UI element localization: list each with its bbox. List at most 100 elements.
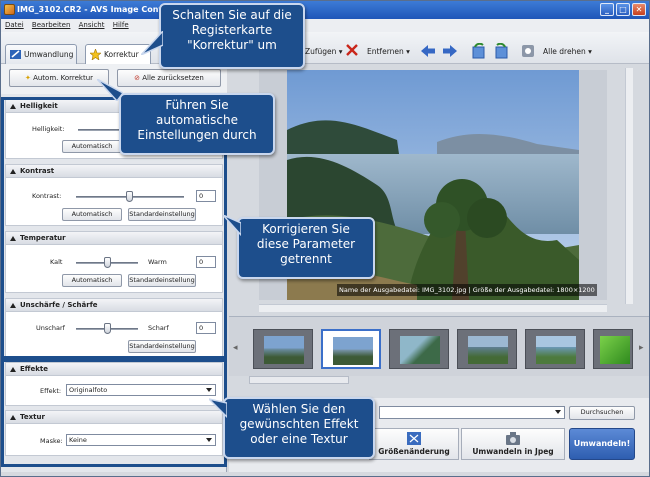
effects-header[interactable]: Effekte [6, 363, 222, 376]
maximize-button[interactable]: □ [616, 3, 630, 16]
convert-now-button[interactable]: Umwandeln! [569, 428, 635, 460]
auto-correction-label: Autom. Korrektur [33, 74, 94, 82]
texture-section: Textur Maske: Keine [5, 410, 223, 456]
rotate-all-label: Alle drehen [543, 47, 586, 56]
arrow-left-icon[interactable] [421, 45, 435, 57]
close-button[interactable]: ✕ [632, 3, 646, 16]
sharpness-section: Unschärfe / Schärfe Unscharf Scharf 0 St… [5, 298, 223, 358]
collapse-icon [10, 236, 16, 241]
output-file-info: Name der Ausgabedatei: IMG_3102.jpg | Gr… [337, 284, 597, 296]
contrast-section: Kontrast Kontrast: 0 Automatisch Standar… [5, 164, 223, 226]
texture-mask-value: Keine [69, 436, 87, 444]
brightness-title: Helligkeit [20, 102, 58, 110]
contrast-header[interactable]: Kontrast [6, 165, 222, 178]
rotate-all-button[interactable]: Alle drehen ▾ [543, 46, 592, 58]
convert-to-jpeg-step-button[interactable]: Umwandeln in Jpeg [461, 428, 565, 460]
contrast-value[interactable]: 0 [196, 190, 216, 202]
star-icon [90, 49, 101, 60]
texture-mask-select[interactable]: Keine [66, 434, 216, 446]
chevron-right-icon[interactable]: ▸ [639, 343, 644, 353]
brightness-label: Helligkeit: [32, 125, 65, 133]
callout-pointer [223, 215, 241, 237]
sharpness-header[interactable]: Unschärfe / Schärfe [6, 299, 222, 312]
thumbnail-2-selected[interactable] [321, 329, 381, 369]
temperature-default-button[interactable]: Standardeinstellung [128, 274, 196, 287]
chevron-down-icon [555, 410, 561, 414]
thumbnail-6[interactable] [593, 329, 633, 369]
thumbnail-scrollbar[interactable] [249, 376, 349, 384]
add-button[interactable]: Zufügen ▾ [305, 46, 343, 58]
collapse-icon [10, 104, 16, 109]
remove-icon[interactable] [346, 44, 358, 56]
auto-correction-button[interactable]: ✦ Autom. Korrektur [9, 69, 109, 87]
rotate-right-icon[interactable] [493, 43, 509, 59]
effects-section: Effekte Effekt: Originalfoto [5, 362, 223, 406]
collapse-icon [10, 415, 16, 420]
remove-button[interactable]: Entfernen ▾ [367, 46, 410, 58]
thumbnail-5[interactable] [525, 329, 585, 369]
minimize-button[interactable]: _ [600, 3, 614, 16]
thumbnail-image [333, 337, 373, 365]
effect-select[interactable]: Originalfoto [66, 384, 216, 396]
app-icon [4, 4, 15, 15]
tab-conversion[interactable]: Umwandlung [5, 44, 77, 64]
texture-title: Textur [20, 413, 45, 421]
texture-header[interactable]: Textur [6, 411, 222, 424]
thumbnail-image [264, 336, 304, 364]
thumbnail-image [400, 336, 440, 364]
menu-file[interactable]: Datei [5, 21, 24, 29]
contrast-slider[interactable] [76, 191, 184, 202]
reset-all-button[interactable]: ⊘ Alle zurücksetzen [117, 69, 221, 87]
horizontal-scrollbar[interactable] [259, 304, 607, 312]
collapse-icon [10, 169, 16, 174]
browse-button[interactable]: Durchsuchen [569, 406, 635, 420]
sharpness-blur-label: Unscharf [36, 324, 65, 332]
chevron-down-icon [206, 388, 212, 392]
thumbnail-1[interactable] [253, 329, 313, 369]
callout-choose-effect: Wählen Sie den gewünschten Effekt oder e… [223, 397, 375, 459]
contrast-auto-button[interactable]: Automatisch [62, 208, 122, 221]
effects-title: Effekte [20, 365, 48, 373]
thumbnail-3[interactable] [389, 329, 449, 369]
temperature-header[interactable]: Temperatur [6, 232, 222, 245]
add-label: Zufügen [305, 47, 337, 56]
contrast-default-button[interactable]: Standardeinstellung [128, 208, 196, 221]
temperature-title: Temperatur [20, 234, 66, 242]
callout-pointer [97, 79, 123, 101]
chevron-left-icon[interactable]: ◂ [233, 343, 238, 353]
menu-help[interactable]: Hilfe [113, 21, 129, 29]
menu-edit[interactable]: Bearbeiten [32, 21, 70, 29]
brightness-auto-button[interactable]: Automatisch [62, 140, 122, 153]
sharpness-slider-thumb[interactable] [104, 323, 111, 334]
rotate-left-icon[interactable] [471, 43, 487, 59]
sharpness-slider[interactable] [76, 323, 138, 334]
sharpness-sharp-label: Scharf [148, 324, 169, 332]
menu-view[interactable]: Ansicht [79, 21, 105, 29]
tab-correction-label: Korrektur [104, 50, 139, 59]
thumbnail-image [468, 336, 508, 364]
contrast-slider-thumb[interactable] [126, 191, 133, 202]
callout-switch-tab: Schalten Sie auf die Registerkarte "Korr… [159, 3, 305, 69]
temperature-slider[interactable] [76, 257, 138, 268]
rotate-all-icon[interactable] [521, 44, 535, 58]
remove-label: Entfernen [367, 47, 404, 56]
thumbnail-4[interactable] [457, 329, 517, 369]
callout-pointer [209, 398, 227, 419]
output-path-field[interactable] [379, 406, 565, 419]
resize-step-button[interactable]: Größenänderung [369, 428, 459, 460]
callout-auto-settings: Führen Sie automatische Einstellungen du… [119, 93, 275, 155]
temperature-warm-label: Warm [148, 258, 167, 266]
vertical-scrollbar[interactable] [625, 68, 633, 304]
callout-auto-settings-text: Führen Sie automatische Einstellungen du… [137, 98, 257, 142]
sharpness-value[interactable]: 0 [196, 322, 216, 334]
temperature-auto-button[interactable]: Automatisch [62, 274, 122, 287]
magic-wand-icon: ✦ [24, 74, 31, 82]
arrow-right-icon[interactable] [443, 45, 457, 57]
sharpness-default-button[interactable]: Standardeinstellung [128, 340, 196, 353]
temperature-slider-thumb[interactable] [104, 257, 111, 268]
thumbnail-strip: ◂ ▸ [229, 316, 649, 376]
app-window: IMG_3102.CR2 - AVS Image Converter _ □ ✕… [0, 0, 650, 477]
effect-select-value: Originalfoto [69, 386, 108, 394]
temperature-value[interactable]: 0 [196, 256, 216, 268]
convert-icon [10, 50, 21, 59]
